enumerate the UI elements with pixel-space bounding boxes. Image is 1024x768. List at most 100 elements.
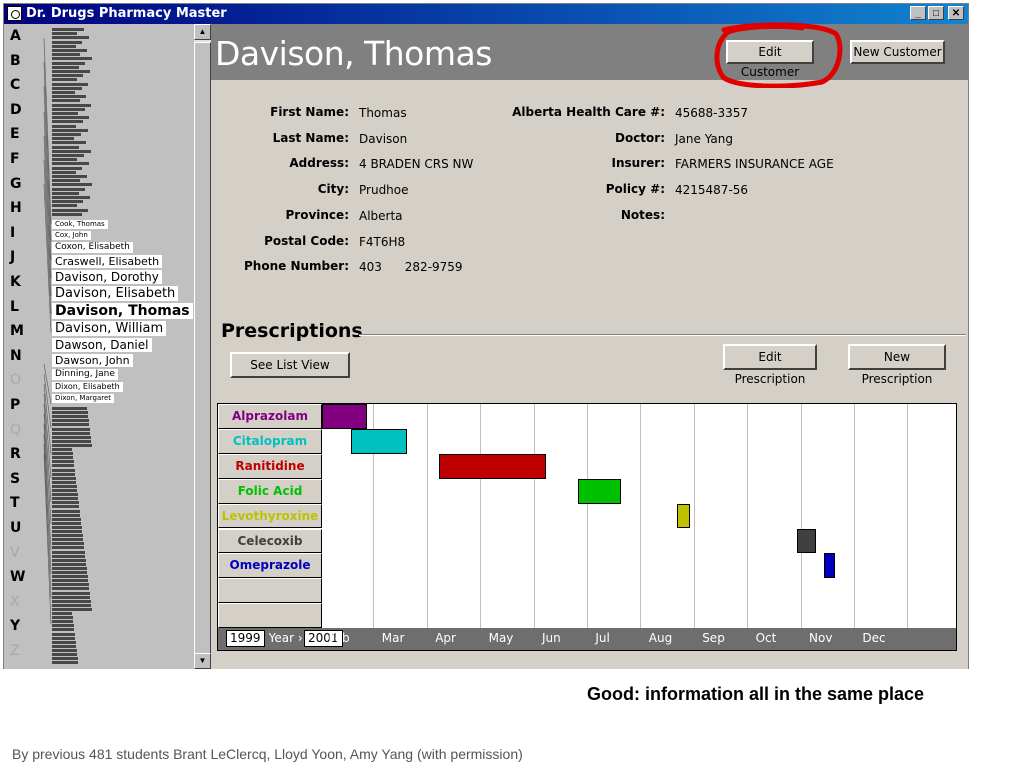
compressed-name-entry[interactable]: [52, 571, 87, 574]
alphabet-letter-p[interactable]: P: [10, 397, 20, 413]
empty-drug-slot[interactable]: [218, 578, 322, 604]
compressed-name-entry[interactable]: [52, 70, 90, 73]
compressed-name-entry[interactable]: [52, 49, 87, 52]
compressed-name-entry[interactable]: [52, 179, 81, 183]
prescription-bar-citalopram[interactable]: [351, 428, 408, 454]
compressed-name-entry[interactable]: [52, 112, 78, 115]
customer-name-item[interactable]: Dixon, Margaret: [52, 394, 115, 403]
compressed-name-entry[interactable]: [52, 61, 86, 65]
compressed-name-entry[interactable]: [52, 644, 76, 648]
compressed-name-entry[interactable]: [52, 91, 75, 94]
compressed-name-entry[interactable]: [52, 415, 88, 419]
compressed-name-entry[interactable]: [52, 591, 90, 595]
compressed-name-entry[interactable]: [52, 653, 77, 656]
close-button[interactable]: ✕: [948, 6, 964, 20]
compressed-name-entry[interactable]: [52, 74, 84, 78]
compressed-name-entry[interactable]: [52, 141, 86, 145]
alphabet-letter-a[interactable]: A: [10, 28, 21, 44]
compressed-name-entry[interactable]: [52, 411, 88, 415]
alphabet-letter-r[interactable]: R: [10, 446, 21, 462]
compressed-name-entry[interactable]: [52, 53, 81, 57]
compressed-name-entry[interactable]: [52, 464, 74, 468]
drug-label[interactable]: Celecoxib: [218, 528, 322, 554]
compressed-name-entry[interactable]: [52, 521, 81, 525]
alphabet-letter-g[interactable]: G: [10, 176, 22, 192]
alphabet-letter-u[interactable]: U: [10, 520, 21, 536]
compressed-name-entry[interactable]: [52, 65, 79, 69]
alphabet-letter-c[interactable]: C: [10, 77, 20, 93]
alphabet-letter-k[interactable]: K: [10, 274, 21, 290]
see-list-view-button[interactable]: See List View: [230, 352, 350, 378]
compressed-name-entry[interactable]: [52, 28, 84, 31]
compressed-name-entry[interactable]: [52, 183, 92, 187]
compressed-name-entry[interactable]: [52, 583, 89, 587]
compressed-name-entry[interactable]: [52, 530, 82, 533]
empty-drug-slot[interactable]: [218, 603, 322, 629]
compressed-name-entry[interactable]: [52, 175, 87, 178]
compressed-name-entry[interactable]: [52, 468, 75, 472]
alphabet-letter-b[interactable]: B: [10, 53, 21, 69]
compressed-name-entry[interactable]: [52, 480, 76, 484]
compressed-name-entry[interactable]: [52, 57, 92, 61]
compressed-name-entry[interactable]: [52, 196, 90, 199]
compressed-name-entry[interactable]: [52, 554, 85, 558]
compressed-name-entry[interactable]: [52, 99, 80, 103]
compressed-name-entry[interactable]: [52, 456, 73, 460]
compressed-name-entry[interactable]: [52, 32, 78, 36]
compressed-name-entry[interactable]: [52, 538, 83, 542]
compressed-name-entry[interactable]: [52, 191, 79, 195]
alphabet-letter-t[interactable]: T: [10, 495, 20, 511]
customer-name-item[interactable]: Cook, Thomas: [52, 220, 108, 229]
compressed-name-entry[interactable]: [52, 128, 88, 132]
alphabet-letter-y[interactable]: Y: [10, 618, 20, 634]
compressed-name-entry[interactable]: [52, 204, 77, 208]
customer-name-item[interactable]: Dawson, John: [52, 354, 133, 367]
compressed-name-entry[interactable]: [52, 162, 89, 166]
compressed-name-entry[interactable]: [52, 505, 79, 509]
alphabet-letter-i[interactable]: I: [10, 225, 15, 241]
year-start-box[interactable]: 1999: [226, 630, 265, 647]
compressed-name-entry[interactable]: [52, 599, 91, 603]
drug-label[interactable]: Citalopram: [218, 428, 322, 454]
compressed-name-entry[interactable]: [52, 107, 85, 111]
compressed-name-entry[interactable]: [52, 525, 82, 529]
compressed-name-entry[interactable]: [52, 439, 91, 443]
compressed-name-entry[interactable]: [52, 620, 73, 624]
customer-name-item[interactable]: Dawson, Daniel: [52, 338, 152, 352]
compressed-name-entry[interactable]: [52, 476, 76, 480]
compressed-name-entry[interactable]: [52, 154, 84, 157]
compressed-name-entry[interactable]: [52, 86, 82, 90]
compressed-name-entry[interactable]: [52, 657, 78, 661]
new-customer-button[interactable]: New Customer: [850, 40, 945, 64]
compressed-name-entry[interactable]: [52, 133, 81, 136]
edit-prescription-button[interactable]: Edit Prescription: [723, 344, 817, 386]
compressed-name-entry[interactable]: [52, 513, 80, 517]
alphabet-letter-n[interactable]: N: [10, 348, 22, 364]
scroll-down-icon[interactable]: ▼: [194, 653, 211, 669]
compressed-name-entry[interactable]: [52, 603, 91, 607]
compressed-name-entry[interactable]: [52, 448, 72, 451]
compressed-name-entry[interactable]: [52, 616, 73, 620]
minimize-button[interactable]: _: [910, 6, 926, 20]
compressed-name-entry[interactable]: [52, 484, 77, 488]
year-scroll-label[interactable]: ‹ Year ›: [260, 631, 303, 645]
new-prescription-button[interactable]: New Prescription: [848, 344, 946, 386]
prescription-bar-alprazolam[interactable]: [322, 404, 368, 429]
compressed-name-entry[interactable]: [52, 558, 86, 562]
compressed-name-entry[interactable]: [52, 501, 79, 505]
compressed-name-entry[interactable]: [52, 550, 85, 554]
compressed-name-entry[interactable]: [52, 579, 88, 583]
alphabet-letter-j[interactable]: J: [10, 249, 15, 265]
compressed-name-entry[interactable]: [52, 431, 90, 435]
customer-name-item[interactable]: Davison, Dorothy: [52, 270, 162, 284]
drug-label[interactable]: Ranitidine: [218, 453, 322, 479]
customer-name-item[interactable]: Davison, Elisabeth: [52, 286, 179, 301]
compressed-name-entry[interactable]: [52, 472, 75, 476]
alphabet-letter-d[interactable]: D: [10, 102, 22, 118]
customer-name-item[interactable]: Craswell, Elisabeth: [52, 255, 163, 268]
compressed-name-entry[interactable]: [52, 44, 76, 48]
scrollbar-thumb[interactable]: [194, 42, 211, 654]
compressed-name-entry[interactable]: [52, 158, 78, 162]
compressed-name-entry[interactable]: [52, 489, 77, 492]
drug-label[interactable]: Alprazolam: [218, 404, 322, 429]
